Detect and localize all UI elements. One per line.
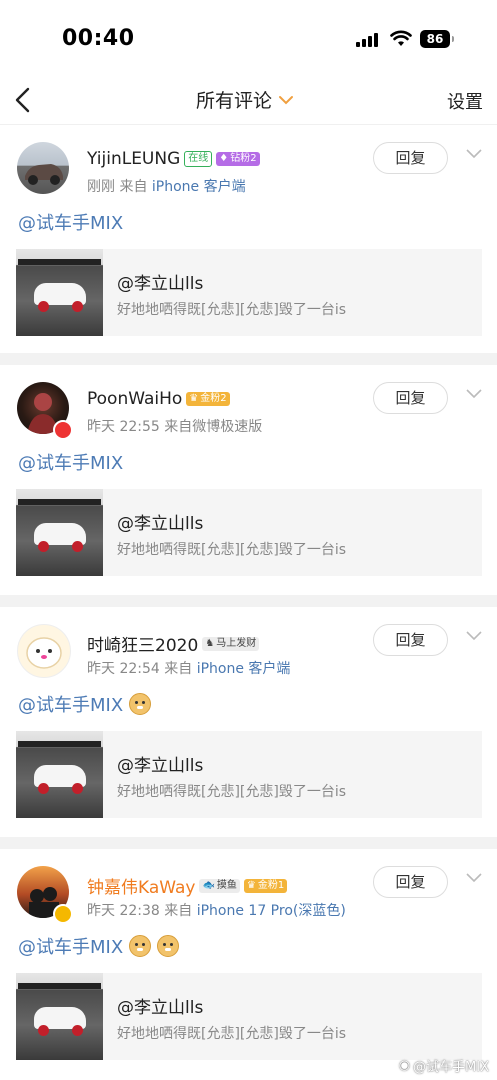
status-badge: 🐟 摸鱼 [199, 878, 240, 893]
back-arrow-icon[interactable] [12, 86, 36, 114]
wifi-icon [390, 30, 412, 46]
comment-time: 刚刚 [87, 179, 115, 195]
comment-text: @试车手MIX [18, 209, 123, 235]
comment-time: 昨天 22:55 [87, 419, 160, 435]
fan-badge-label: 金粉2 [200, 393, 227, 404]
verified-badge-icon [53, 904, 73, 924]
status-badge: ♞ 马上发财 [202, 636, 260, 651]
username[interactable]: PoonWaiHo [87, 389, 182, 409]
quoted-post-card[interactable]: @李立山lls 好地地哂得既[允悲][允悲]毁了一台is [16, 973, 482, 1060]
chevron-down-icon[interactable] [466, 149, 482, 159]
battery-indicator: 86 [420, 30, 454, 48]
quoted-post-thumbnail [16, 973, 103, 1060]
verified-badge-icon [53, 420, 73, 440]
username-row: YijinLEUNG 在线 ♦ 钻粉2 [87, 149, 260, 169]
divider [0, 595, 497, 607]
fan-badge: ♛ 金粉1 [243, 878, 288, 893]
comment-meta: 昨天 22:38 来自 iPhone 17 Pro(深蓝色) [87, 900, 346, 920]
online-badge: 在线 [184, 151, 213, 167]
doge-emoji-icon [129, 693, 152, 715]
mention-link[interactable]: @试车手MIX [18, 691, 123, 717]
quoted-post-thumbnail [16, 489, 103, 576]
mention-link[interactable]: @试车手MIX [18, 933, 123, 959]
chevron-down-icon[interactable] [466, 389, 482, 399]
quoted-post-thumbnail [16, 249, 103, 336]
username-row: PoonWaiHo ♛ 金粉2 [87, 389, 230, 409]
fan-badge: ♛ 金粉2 [186, 392, 230, 406]
comment-filter-dropdown[interactable]: 所有评论 [196, 86, 294, 113]
doge-emoji-icon [129, 935, 152, 957]
watermark: ◉ @试车手MIX [399, 1056, 489, 1075]
username[interactable]: YijinLEUNG [87, 149, 180, 169]
status-bar: 00:40 86 [0, 0, 497, 80]
quoted-post-author: @李立山lls [117, 274, 204, 294]
horse-icon: ♞ [205, 637, 215, 649]
fish-icon: 🐟 [202, 879, 215, 891]
username-row: 钟嘉伟KaWay 🐟 摸鱼 ♛ 金粉1 [87, 873, 288, 898]
crown-icon: ♛ [246, 879, 256, 891]
comment-item: 时崎狂三2020 ♞ 马上发财 昨天 22:54 来自 iPhone 客户端 回复… [0, 607, 497, 837]
comment-meta: 刚刚 来自 iPhone 客户端 [87, 176, 246, 196]
quoted-post-text: 好地地哂得既[允悲][允悲]毁了一台is [117, 1026, 347, 1042]
avatar[interactable] [17, 142, 69, 194]
comment-text: @试车手MIX [18, 449, 123, 475]
comment-item: YijinLEUNG 在线 ♦ 钻粉2 刚刚 来自 iPhone 客户端 回复 @… [0, 125, 497, 353]
device-link[interactable]: iPhone 17 Pro(深蓝色) [197, 903, 346, 919]
mention-link[interactable]: @试车手MIX [18, 449, 123, 475]
device-link[interactable]: iPhone 客户端 [197, 661, 291, 677]
watermark-text: @试车手MIX [413, 1060, 489, 1075]
avatar[interactable] [17, 624, 71, 678]
settings-button[interactable]: 设置 [447, 88, 483, 114]
quoted-post-thumbnail [16, 731, 103, 818]
fan-badge: ♦ 钻粉2 [216, 152, 260, 166]
quoted-post-card[interactable]: @李立山lls 好地地哂得既[允悲][允悲]毁了一台is [16, 731, 482, 818]
diamond-icon: ♦ [219, 153, 229, 164]
comment-source: 来自 [164, 661, 193, 677]
status-badge-label: 摸鱼 [216, 879, 237, 891]
quoted-post-card[interactable]: @李立山lls 好地地哂得既[允悲][允悲]毁了一台is [16, 249, 482, 336]
status-badge-label: 马上发财 [216, 637, 257, 649]
reply-button[interactable]: 回复 [373, 624, 448, 656]
device-link[interactable]: iPhone 客户端 [152, 179, 246, 195]
chevron-down-icon[interactable] [466, 873, 482, 883]
comment-meta: 昨天 22:54 来自 iPhone 客户端 [87, 658, 290, 678]
quoted-post-author: @李立山lls [117, 514, 204, 534]
comment-item: PoonWaiHo ♛ 金粉2 昨天 22:55 来自微博极速版 回复 @试车手M… [0, 365, 497, 595]
fan-badge-label: 钻粉2 [230, 153, 257, 164]
comment-source: 来自 [119, 179, 148, 195]
reply-button[interactable]: 回复 [373, 866, 448, 898]
username[interactable]: 时崎狂三2020 [87, 631, 198, 656]
nav-bar: 所有评论 设置 [0, 80, 497, 125]
reply-button[interactable]: 回复 [373, 382, 448, 414]
comment-source: 来自微博极速版 [164, 419, 263, 435]
reply-button[interactable]: 回复 [373, 142, 448, 174]
quoted-post-author: @李立山lls [117, 756, 204, 776]
chevron-down-icon[interactable] [466, 631, 482, 641]
page-title: 所有评论 [196, 90, 273, 112]
doge-emoji-icon [157, 935, 180, 957]
divider [0, 353, 497, 365]
cellular-signal-icon [356, 33, 378, 47]
username[interactable]: 钟嘉伟KaWay [87, 873, 195, 898]
comment-text: @试车手MIX [18, 691, 152, 717]
chevron-down-icon [279, 95, 294, 104]
crown-icon: ♛ [189, 393, 199, 404]
divider [0, 837, 497, 849]
comment-meta: 昨天 22:55 来自微博极速版 [87, 416, 262, 436]
quoted-post-text: 好地地哂得既[允悲][允悲]毁了一台is [117, 302, 347, 318]
weibo-logo-icon: ◉ [398, 1058, 411, 1073]
quoted-post-card[interactable]: @李立山lls 好地地哂得既[允悲][允悲]毁了一台is [16, 489, 482, 576]
quoted-post-author: @李立山lls [117, 998, 204, 1018]
comment-item: 钟嘉伟KaWay 🐟 摸鱼 ♛ 金粉1 昨天 22:38 来自 iPhone 17 … [0, 849, 497, 1080]
comment-time: 昨天 22:54 [87, 661, 160, 677]
comment-time: 昨天 22:38 [87, 903, 160, 919]
mention-link[interactable]: @试车手MIX [18, 209, 123, 235]
quoted-post-text: 好地地哂得既[允悲][允悲]毁了一台is [117, 542, 347, 558]
comment-source: 来自 [164, 903, 193, 919]
status-time: 00:40 [62, 26, 135, 51]
fan-badge-label: 金粉1 [257, 879, 285, 891]
username-row: 时崎狂三2020 ♞ 马上发财 [87, 631, 260, 656]
comment-text: @试车手MIX [18, 933, 180, 959]
quoted-post-text: 好地地哂得既[允悲][允悲]毁了一台is [117, 784, 347, 800]
